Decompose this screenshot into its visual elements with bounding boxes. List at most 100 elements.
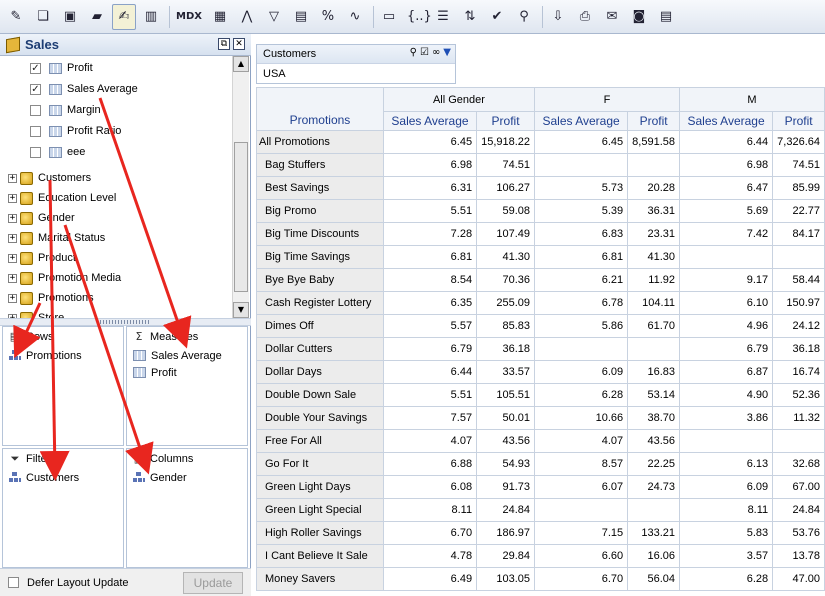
measure-checkbox[interactable]	[30, 125, 41, 137]
filter-check-icon[interactable]: ☑	[420, 47, 429, 58]
tree-dimension-item[interactable]: + Marital Status	[8, 229, 105, 247]
panel-splitter[interactable]	[0, 318, 251, 326]
row-header-cell[interactable]: Big Time Savings	[256, 245, 384, 269]
row-header-cell[interactable]: Cash Register Lottery	[256, 291, 384, 315]
close-icon[interactable]: ✕	[233, 38, 245, 50]
grid-icon[interactable]: ▦	[208, 4, 232, 30]
expand-icon[interactable]: +	[8, 193, 17, 203]
tree-dimension-item[interactable]: + Education Level	[8, 189, 116, 207]
row-dimension-label[interactable]: Promotions	[290, 113, 351, 127]
row-header-cell[interactable]: Money Savers	[256, 567, 384, 591]
tree-measure-item[interactable]: Margin	[30, 101, 101, 119]
mdx-button[interactable]: MDX	[173, 4, 205, 30]
row-header-cell[interactable]: Big Time Discounts	[256, 222, 384, 246]
zoom-icon[interactable]: ⚲	[512, 4, 536, 30]
expand-icon[interactable]: +	[8, 173, 17, 183]
folder-icon[interactable]: ▰	[85, 4, 109, 30]
row-header-cell[interactable]: I Cant Believe It Sale	[256, 544, 384, 568]
expand-icon[interactable]: +	[8, 273, 17, 283]
rows-zone[interactable]: ▤ Rows Promotions	[2, 326, 124, 446]
measure-checkbox[interactable]: ✓	[30, 62, 41, 74]
binoculars-icon[interactable]: ∞	[432, 47, 440, 58]
filter-box[interactable]: Customers ⚲ ☑ ∞ ▼ USA	[256, 44, 456, 84]
scroll-down-icon[interactable]: ▼	[233, 302, 249, 318]
rows-zone-item[interactable]: Promotions	[3, 347, 123, 364]
restore-icon[interactable]: ⧉	[218, 38, 230, 50]
measure-column-header[interactable]: Sales Average	[534, 111, 629, 131]
expand-icon[interactable]: +	[8, 253, 17, 263]
column-group-header[interactable]: F	[534, 87, 680, 112]
edit-layout-icon[interactable]: ✍	[112, 3, 136, 30]
row-header-cell[interactable]: Free For All	[256, 429, 384, 453]
measure-column-header[interactable]: Profit	[627, 111, 680, 131]
braces-icon[interactable]: {..}	[404, 4, 432, 30]
row-header-cell[interactable]: High Roller Savings	[256, 521, 384, 545]
tree-scrollbar[interactable]: ▲ ▼	[232, 56, 249, 318]
check-icon[interactable]: ✔	[485, 4, 509, 30]
properties-icon[interactable]: ☰	[431, 4, 455, 30]
measures-zone[interactable]: Σ Measures Sales Average Profit	[126, 326, 248, 446]
print-icon[interactable]: ⎙	[573, 4, 597, 30]
row-header-cell[interactable]: All Promotions	[256, 130, 384, 154]
measure-column-header[interactable]: Profit	[772, 111, 825, 131]
defer-layout-checkbox[interactable]	[8, 577, 19, 588]
pin-icon[interactable]: ⚲	[410, 47, 417, 58]
filters-zone-item[interactable]: Customers	[3, 469, 123, 486]
row-header-cell[interactable]: Double Your Savings	[256, 406, 384, 430]
filters-zone[interactable]: ⏷ Filters Customers	[2, 448, 124, 568]
open-icon[interactable]: ❏	[31, 4, 55, 30]
expand-icon[interactable]: +	[8, 233, 17, 243]
swap-axes-icon[interactable]: ⇅	[458, 4, 482, 30]
filter-icon[interactable]: ▽	[262, 4, 286, 30]
scroll-thumb[interactable]	[234, 142, 248, 292]
measure-checkbox[interactable]	[30, 146, 41, 158]
dropdown-icon[interactable]: ▼	[443, 47, 451, 58]
export-icon[interactable]: ⇩	[546, 4, 570, 30]
measure-checkbox[interactable]	[30, 104, 41, 116]
tree-measure-item[interactable]: Profit Ratio	[30, 122, 121, 140]
tree-dimension-item[interactable]: + Gender	[8, 209, 75, 227]
measures-zone-item[interactable]: Profit	[127, 364, 247, 381]
columns-zone-item[interactable]: Gender	[127, 469, 247, 486]
row-header-cell[interactable]: Dimes Off	[256, 314, 384, 338]
expand-icon[interactable]: +	[8, 213, 17, 223]
new-report-icon[interactable]: ✎	[4, 4, 28, 30]
camera-icon[interactable]: ◙	[627, 4, 651, 30]
tree-dimension-item[interactable]: + Store	[8, 309, 64, 318]
hierarchy-icon[interactable]: ⋀	[235, 4, 259, 30]
column-group-header[interactable]: All Gender	[382, 87, 536, 112]
tree-dimension-item[interactable]: + Product	[8, 249, 76, 267]
expand-icon[interactable]: +	[8, 293, 17, 303]
row-header-cell[interactable]: Bye Bye Baby	[256, 268, 384, 292]
row-header-cell[interactable]: Dollar Days	[256, 360, 384, 384]
mail-icon[interactable]: ✉	[600, 4, 624, 30]
measures-zone-item[interactable]: Sales Average	[127, 347, 247, 364]
row-header-cell[interactable]: Green Light Days	[256, 475, 384, 499]
measure-column-header[interactable]: Profit	[476, 111, 536, 131]
drill-icon[interactable]: ▤	[289, 4, 313, 30]
row-header-cell[interactable]: Dollar Cutters	[256, 337, 384, 361]
measure-column-header[interactable]: Sales Average	[382, 111, 478, 131]
row-header-cell[interactable]: Double Down Sale	[256, 383, 384, 407]
tree-measure-item[interactable]: ✓ Profit	[30, 59, 93, 77]
calculator-icon[interactable]: ▭	[377, 4, 401, 30]
tree-dimension-item[interactable]: + Promotions	[8, 289, 94, 307]
row-header-cell[interactable]: Go For It	[256, 452, 384, 476]
chart-icon[interactable]: ▥	[139, 4, 163, 30]
row-header-cell[interactable]: Big Promo	[256, 199, 384, 223]
scroll-up-icon[interactable]: ▲	[233, 56, 249, 72]
update-button[interactable]: Update	[183, 572, 243, 594]
percent-icon[interactable]: %	[316, 4, 340, 30]
row-header-cell[interactable]: Bag Stuffers	[256, 153, 384, 177]
tree-measure-item[interactable]: ✓ Sales Average	[30, 80, 138, 98]
tree-dimension-item[interactable]: + Promotion Media	[8, 269, 121, 287]
measure-checkbox[interactable]: ✓	[30, 83, 41, 95]
save-icon[interactable]: ▣	[58, 4, 82, 30]
row-header-cell[interactable]: Green Light Special	[256, 498, 384, 522]
tree-dimension-item[interactable]: + Customers	[8, 169, 91, 187]
sparkline-icon[interactable]: ∿	[343, 4, 367, 30]
document-icon[interactable]: ▤	[654, 4, 678, 30]
measure-column-header[interactable]: Sales Average	[678, 111, 774, 131]
tree-measure-item[interactable]: eee	[30, 143, 85, 161]
row-header-cell[interactable]: Best Savings	[256, 176, 384, 200]
